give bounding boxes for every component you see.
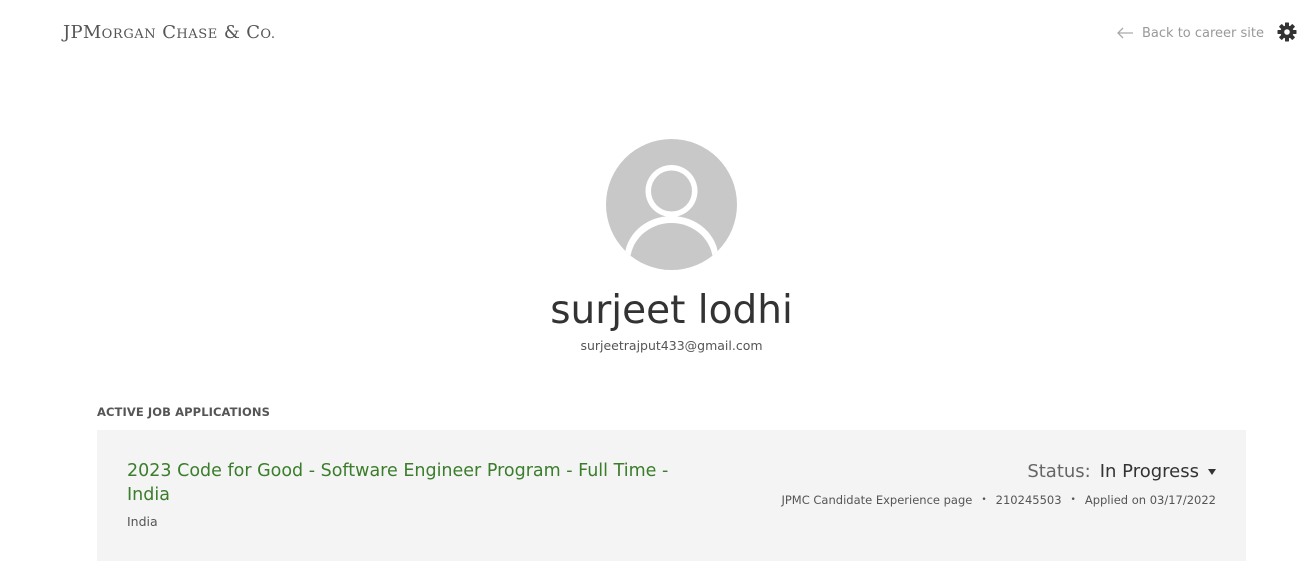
profile-email: surjeetrajput433@gmail.com <box>580 338 763 353</box>
profile-name: surjeet lodhi <box>550 288 793 333</box>
status-dropdown[interactable]: Status: In Progress <box>1027 461 1216 482</box>
company-logo: JPMORGAN CHASE & CO. <box>63 22 276 43</box>
application-source: JPMC Candidate Experience page <box>781 493 973 507</box>
meta-separator: • <box>1070 495 1076 505</box>
status-label: Status: <box>1027 461 1091 482</box>
gear-icon <box>1277 22 1297 42</box>
job-location: India <box>127 514 158 529</box>
back-link-label: Back to career site <box>1142 25 1265 41</box>
user-silhouette-icon <box>606 139 737 270</box>
job-id: 210245503 <box>995 493 1062 507</box>
arrow-left-icon <box>1117 27 1133 39</box>
status-value: In Progress <box>1099 461 1199 482</box>
applied-date: Applied on 03/17/2022 <box>1084 493 1216 507</box>
application-card: 2023 Code for Good - Software Engineer P… <box>97 430 1246 561</box>
application-meta: JPMC Candidate Experience page • 2102455… <box>781 493 1216 507</box>
meta-separator: • <box>981 495 987 505</box>
caret-down-icon <box>1208 468 1216 475</box>
job-title-link[interactable]: 2023 Code for Good - Software Engineer P… <box>127 459 687 507</box>
active-applications-heading: ACTIVE JOB APPLICATIONS <box>97 405 270 419</box>
settings-button[interactable] <box>1277 22 1297 42</box>
back-to-career-site-link[interactable]: Back to career site <box>1116 24 1264 42</box>
avatar <box>606 139 737 270</box>
